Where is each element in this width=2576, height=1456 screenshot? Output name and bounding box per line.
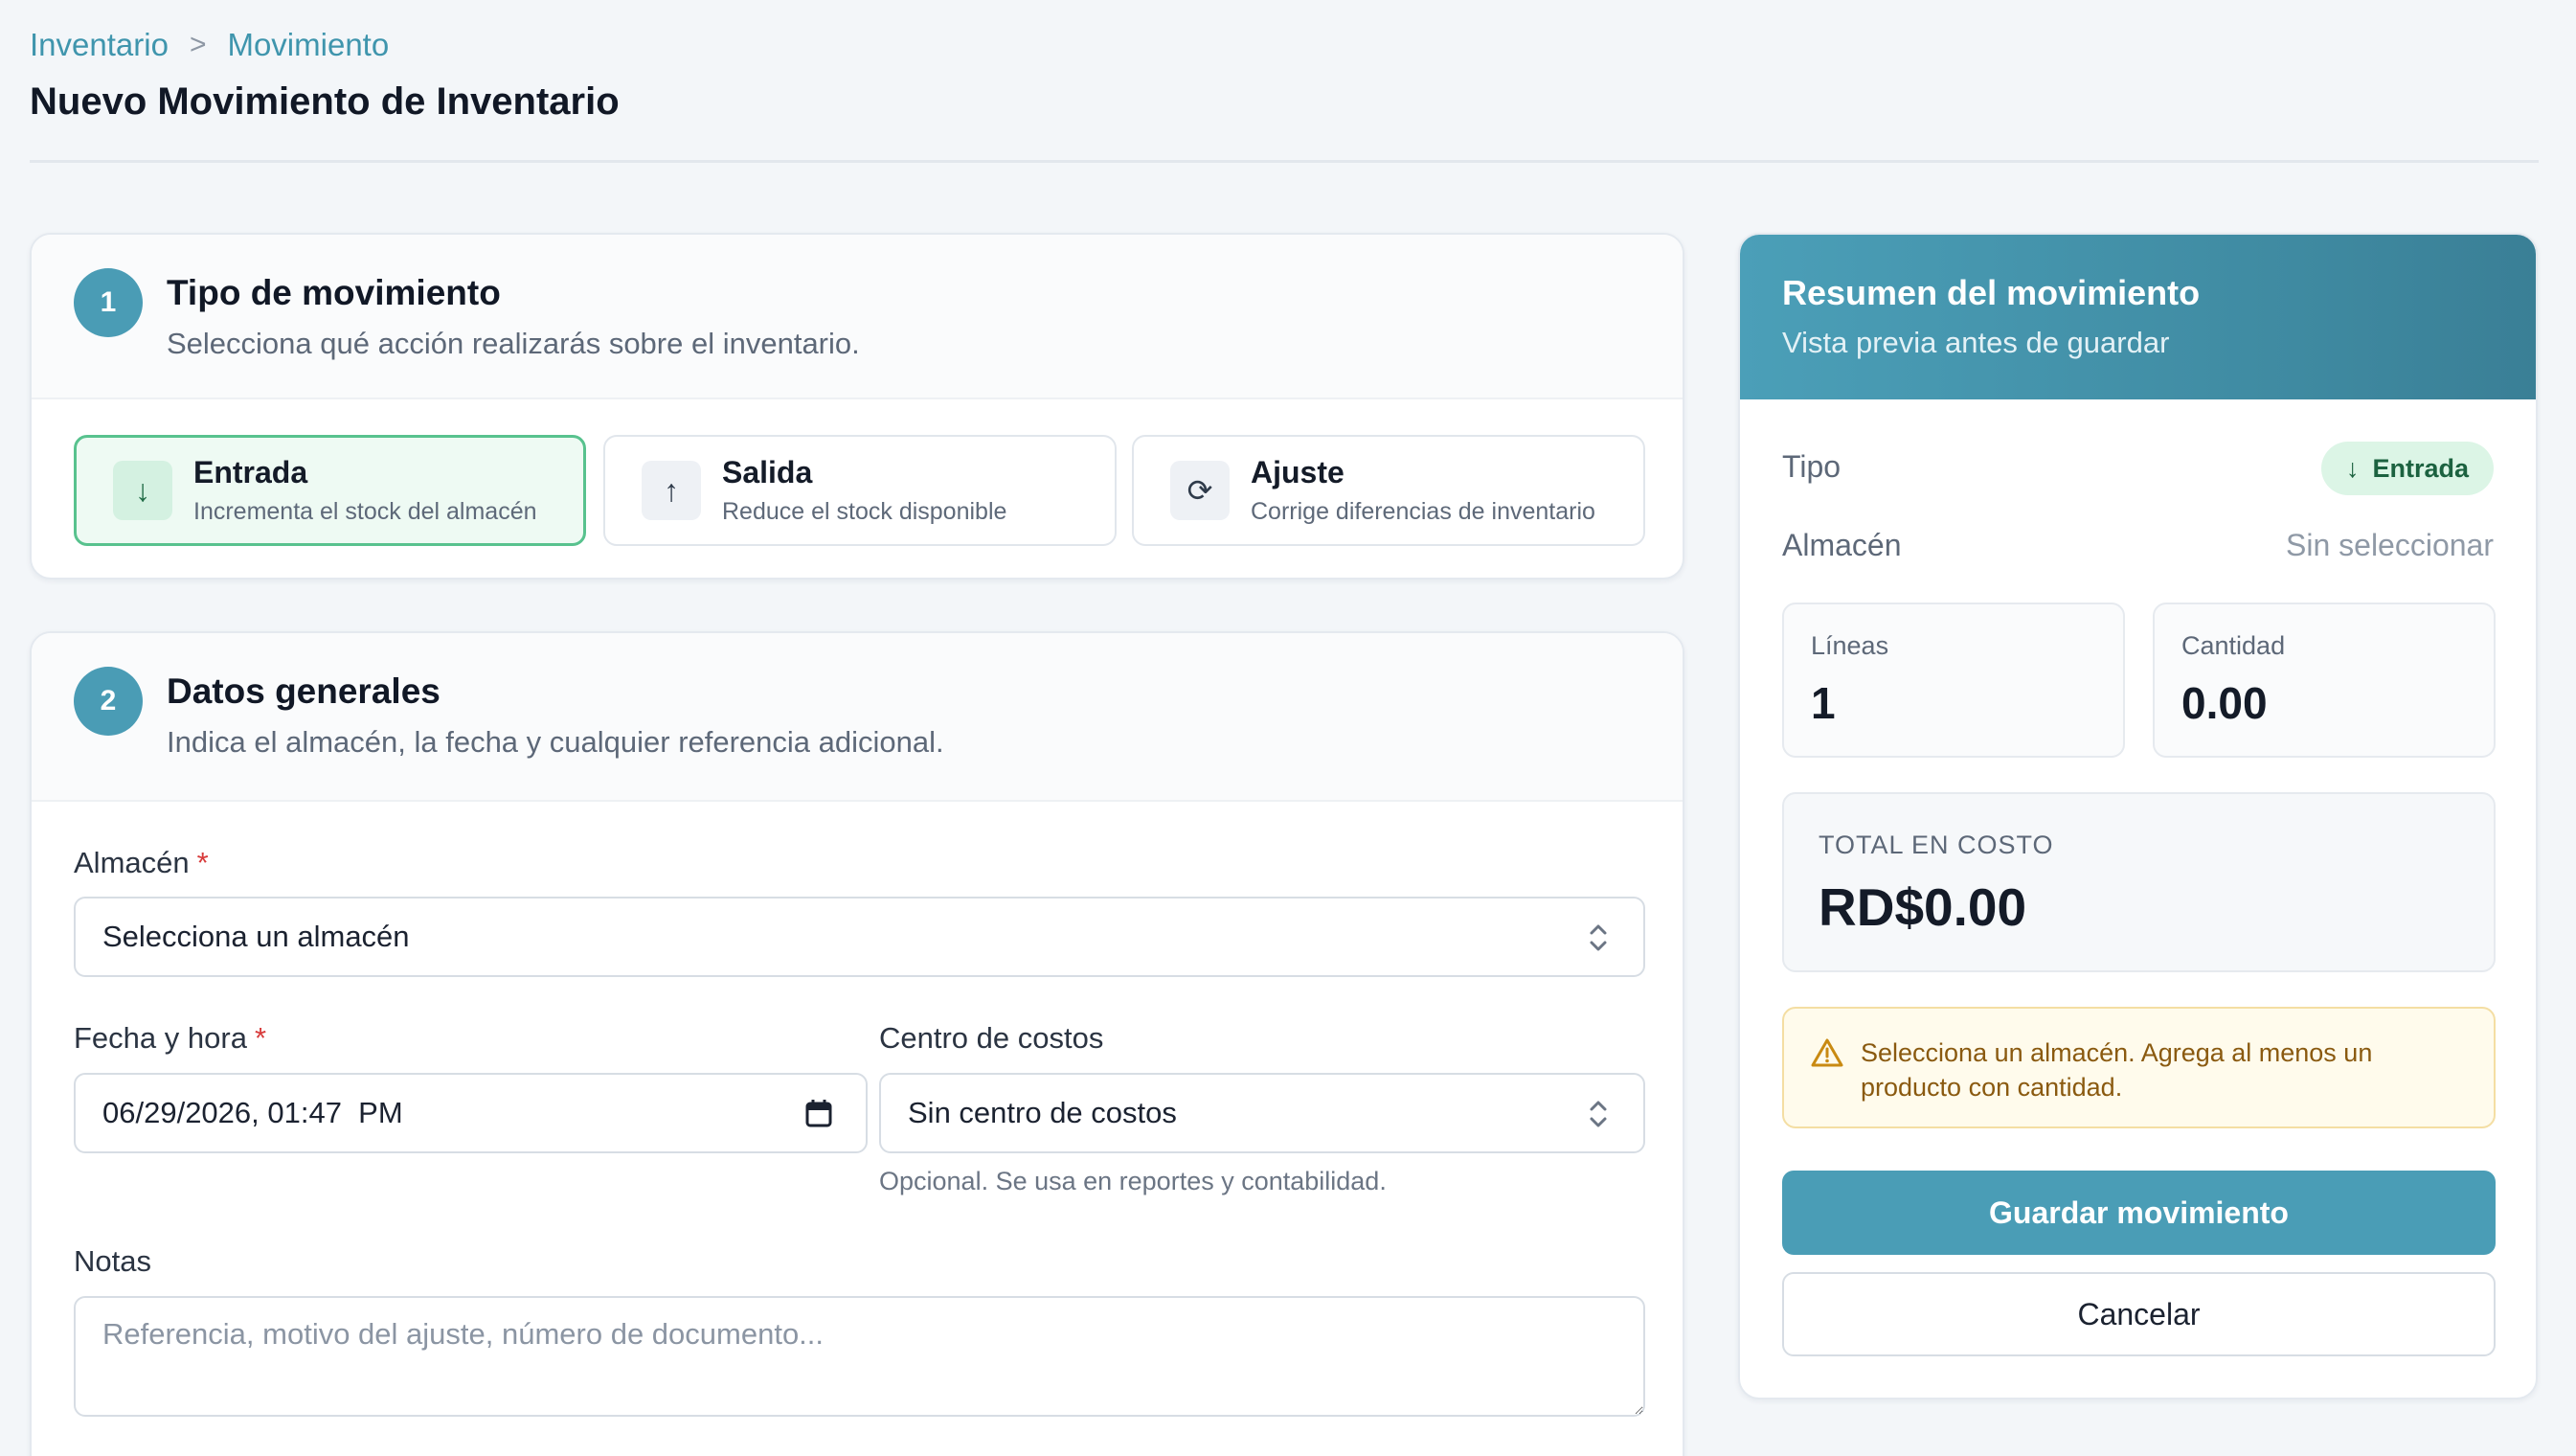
type-option-salida[interactable]: ↑ Salida Reduce el stock disponible (603, 435, 1117, 546)
calendar-icon[interactable] (804, 1098, 833, 1128)
arrow-up-icon: ↑ (642, 461, 701, 520)
quantity-stat-label: Cantidad (2181, 631, 2286, 660)
datetime-input-value: 06/29/2026, 01:47 PM (102, 1096, 403, 1129)
step-badge-1: 1 (74, 268, 143, 337)
section-title: Datos generales (167, 671, 441, 711)
breadcrumb-inventario[interactable]: Inventario (30, 27, 169, 63)
general-data-header: 2 Datos generales Indica el almacén, la … (32, 633, 1683, 802)
summary-title: Resumen del movimiento (1782, 273, 2201, 312)
movement-type-card: 1 Tipo de movimiento Selecciona qué acci… (30, 233, 1684, 580)
summary-type-value: Entrada (2372, 453, 2469, 483)
type-option-name: Salida (722, 455, 813, 489)
type-option-ajuste[interactable]: ⟳ Ajuste Corrige diferencias de inventar… (1132, 435, 1645, 546)
save-movement-button[interactable]: Guardar movimiento (1782, 1171, 2496, 1255)
warehouse-select[interactable]: Selecciona un almacén (74, 897, 1645, 977)
type-option-entrada[interactable]: ↓ Entrada Incrementa el stock del almacé… (74, 435, 586, 546)
cost-center-label: Centro de costos (879, 1021, 1104, 1055)
warehouse-select-value: Selecciona un almacén (102, 920, 410, 953)
summary-card: Resumen del movimiento Vista previa ante… (1738, 233, 2538, 1399)
refresh-icon: ⟳ (1170, 461, 1230, 520)
breadcrumb-movimiento[interactable]: Movimiento (227, 27, 389, 63)
summary-type-label: Tipo (1782, 449, 1842, 484)
datetime-label-text: Fecha y hora (74, 1021, 247, 1055)
warning-icon (1811, 1038, 1843, 1067)
total-cost-value: RD$0.00 (1819, 877, 2027, 937)
required-mark: * (196, 846, 209, 879)
notes-textarea[interactable] (74, 1296, 1645, 1417)
breadcrumb: Inventario > Movimiento (30, 27, 389, 63)
section-subtitle: Indica el almacén, la fecha y cualquier … (167, 725, 944, 759)
quantity-stat-value: 0.00 (2181, 678, 2268, 728)
arrow-down-icon: ↓ (2345, 453, 2360, 483)
summary-type-badge: ↓ Entrada (2320, 442, 2494, 495)
lines-stat-label: Líneas (1811, 631, 1889, 660)
quantity-stat: Cantidad 0.00 (2153, 603, 2496, 758)
validation-warning: Selecciona un almacén. Agrega al menos u… (1782, 1007, 2496, 1128)
total-cost-label: TOTAL EN COSTO (1819, 830, 2054, 859)
header-divider (30, 160, 2539, 163)
required-mark: * (254, 1021, 267, 1055)
lines-stat-value: 1 (1811, 678, 1836, 728)
warehouse-label: Almacén * (74, 846, 209, 880)
movement-type-header: 1 Tipo de movimiento Selecciona qué acci… (32, 235, 1683, 399)
type-option-description: Incrementa el stock del almacén (193, 498, 537, 525)
cancel-button[interactable]: Cancelar (1782, 1272, 2496, 1356)
cost-center-hint: Opcional. Se usa en reportes y contabili… (879, 1167, 1387, 1195)
step-badge-2: 2 (74, 667, 143, 736)
type-option-description: Corrige diferencias de inventario (1251, 498, 1595, 525)
summary-header: Resumen del movimiento Vista previa ante… (1740, 235, 2536, 399)
arrow-down-icon: ↓ (113, 461, 172, 520)
general-data-card: 2 Datos generales Indica el almacén, la … (30, 631, 1684, 1456)
warehouse-label-text: Almacén (74, 846, 190, 879)
total-cost-box: TOTAL EN COSTO RD$0.00 (1782, 792, 2496, 972)
lines-stat: Líneas 1 (1782, 603, 2125, 758)
summary-warehouse-label: Almacén (1782, 528, 1902, 562)
chevron-up-down-icon (1590, 924, 1607, 951)
notes-label: Notas (74, 1244, 151, 1278)
cost-center-select-value: Sin centro de costos (908, 1096, 1177, 1129)
type-option-description: Reduce el stock disponible (722, 498, 1007, 525)
summary-subtitle: Vista previa antes de guardar (1782, 326, 2170, 359)
section-subtitle: Selecciona qué acción realizarás sobre e… (167, 327, 860, 360)
validation-warning-text: Selecciona un almacén. Agrega al menos u… (1861, 1038, 2373, 1102)
chevron-right-icon: > (189, 29, 207, 60)
summary-warehouse-value: Sin seleccionar (2286, 528, 2494, 562)
page-title: Nuevo Movimiento de Inventario (30, 80, 620, 123)
chevron-up-down-icon (1590, 1101, 1607, 1127)
type-option-name: Entrada (193, 455, 308, 489)
cost-center-select[interactable]: Sin centro de costos (879, 1073, 1645, 1153)
section-title: Tipo de movimiento (167, 273, 501, 312)
datetime-label: Fecha y hora * (74, 1021, 266, 1056)
datetime-input[interactable]: 06/29/2026, 01:47 PM (74, 1073, 868, 1153)
type-option-name: Ajuste (1251, 455, 1344, 489)
